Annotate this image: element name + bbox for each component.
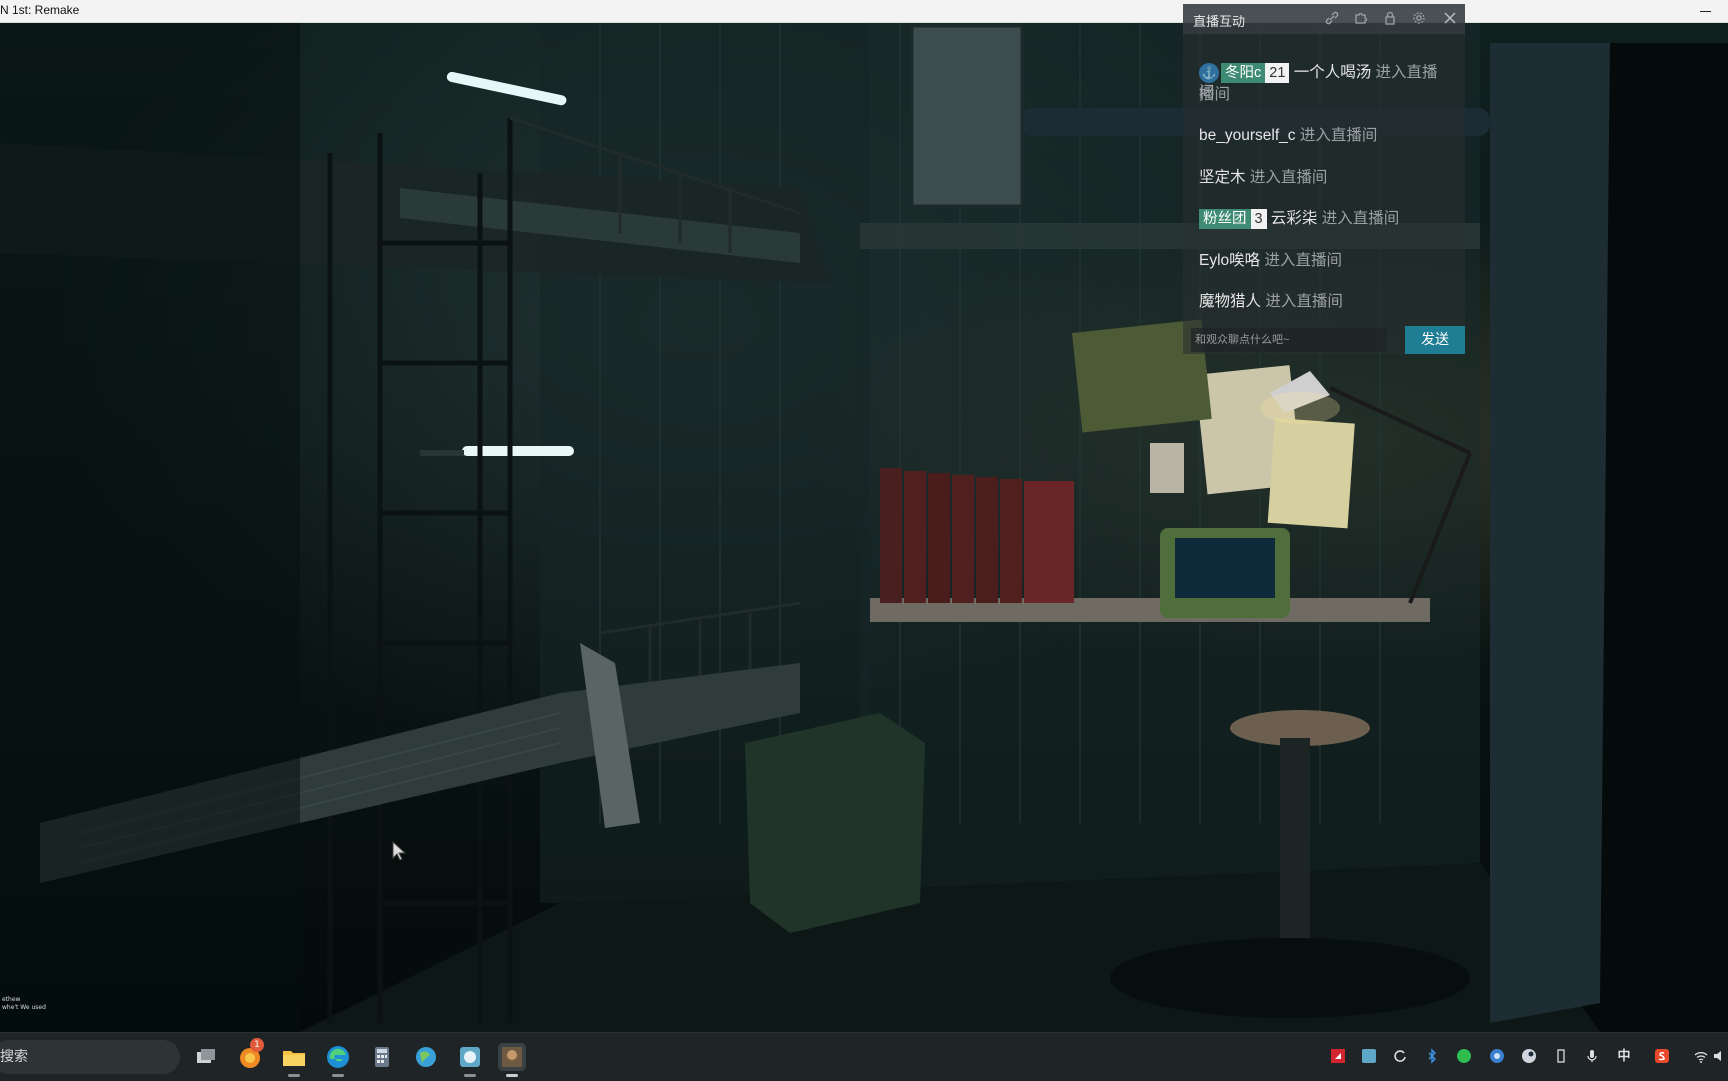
wechat-icon[interactable] (1455, 1048, 1473, 1066)
chat-username: 一个人喝汤 (1293, 64, 1372, 81)
send-button[interactable]: 发送 (1405, 326, 1465, 354)
chat-action: 进入直播间 (1249, 169, 1328, 186)
chat-username: 坚定木 (1199, 169, 1246, 186)
browser-icon[interactable]: 1 (236, 1038, 264, 1071)
app-icon[interactable] (456, 1043, 484, 1077)
taskbar-search-box[interactable]: 搜索 (0, 1040, 180, 1074)
puzzle-icon[interactable] (1353, 11, 1369, 27)
room-illustration (0, 23, 1728, 1032)
lock-icon[interactable] (1382, 11, 1398, 27)
chat-action: 进入直播间 (1321, 210, 1400, 227)
link-icon[interactable] (1324, 11, 1340, 27)
chat-username: Eylo唉咯 (1199, 252, 1261, 269)
cloud-icon[interactable] (1488, 1048, 1506, 1066)
anchor-icon: ⚓ (1199, 63, 1219, 83)
close-icon[interactable] (1442, 11, 1458, 27)
fan-badge: 粉丝团 3 (1199, 209, 1267, 229)
photo (1150, 443, 1184, 493)
electrical-box (910, 24, 1024, 208)
globe-app-icon[interactable] (412, 1043, 440, 1071)
notification-badge: 1 (250, 1038, 264, 1052)
chat-message-continued: 播间 (1199, 86, 1231, 103)
chat-message: Eylo唉咯 进入直播间 (1199, 251, 1449, 271)
calculator-icon[interactable] (368, 1043, 396, 1071)
locker-door (1490, 43, 1610, 1023)
chat-action: 进入直播间 (1264, 252, 1342, 269)
overlay-small-text: ethew whe't We used (2, 996, 46, 1011)
chat-username: be_yourself_c (1199, 127, 1296, 144)
microphone-icon[interactable] (1583, 1048, 1601, 1066)
refresh-icon[interactable] (1391, 1048, 1409, 1066)
chat-message: 魔物猎人 进入直播间 (1199, 292, 1449, 312)
chat-username: 魔物猎人 (1199, 293, 1262, 310)
search-label: 搜索 (0, 1049, 28, 1065)
window-title-bar: N 1st: Remake (0, 0, 1728, 23)
speaker-icon[interactable] (1712, 1048, 1726, 1066)
footlocker (745, 713, 925, 933)
paper-note-2 (1267, 417, 1355, 529)
chat-message: 粉丝团 3 云彩柒 进入直播间 (1199, 209, 1449, 229)
live-interaction-panel: 直播互动 ⚓ 冬阳c 21 一个人喝汤 进入直播间 播间 be_yourself_c… (1183, 4, 1465, 354)
window-title: N 1st: Remake (0, 3, 80, 17)
usb-icon[interactable] (1552, 1048, 1570, 1066)
task-view-icon[interactable] (192, 1043, 220, 1071)
minimize-button[interactable] (1700, 2, 1714, 18)
file-explorer-icon[interactable] (280, 1043, 308, 1077)
chat-action: 进入直播间 (1265, 293, 1343, 310)
sogou-icon[interactable] (1653, 1048, 1671, 1066)
edge-icon[interactable] (324, 1043, 352, 1077)
stool-leg (1280, 738, 1310, 938)
game-app-icon[interactable] (498, 1043, 526, 1077)
chat-username: 云彩柒 (1270, 210, 1318, 227)
ime-indicator[interactable]: 中 (1615, 1048, 1633, 1066)
taskbar: 搜索 1 中 (0, 1032, 1728, 1081)
wifi-icon[interactable] (1692, 1048, 1710, 1066)
bluetooth-icon[interactable] (1423, 1048, 1441, 1066)
tray-app-icon[interactable] (1360, 1048, 1378, 1066)
binders (880, 468, 1074, 603)
fan-badge: 冬阳c 21 (1221, 63, 1290, 83)
game-scene[interactable] (0, 23, 1728, 1032)
live-panel-title: 直播互动 (1193, 15, 1246, 30)
steam-icon[interactable] (1520, 1048, 1538, 1066)
chat-action: 进入直播间 (1299, 127, 1378, 144)
live-panel-header: 直播互动 (1183, 4, 1465, 34)
chat-message: be_yourself_c 进入直播间 (1199, 126, 1449, 146)
settings-icon[interactable] (1411, 11, 1427, 27)
chat-message: 坚定木 进入直播间 (1199, 168, 1449, 188)
amd-icon[interactable] (1329, 1048, 1347, 1066)
chat-input[interactable] (1191, 328, 1387, 352)
